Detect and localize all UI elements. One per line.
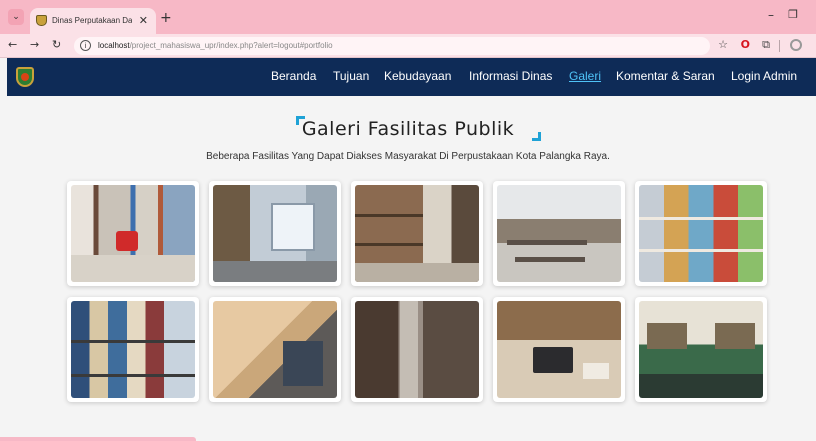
section-subtitle: Beberapa Fasilitas Yang Dapat Diakses Ma… xyxy=(206,151,610,162)
star-icon[interactable]: ☆ xyxy=(718,38,728,51)
gallery-item[interactable] xyxy=(635,181,767,286)
toolbar-divider xyxy=(779,40,780,52)
status-bar xyxy=(0,437,196,441)
gallery-photo[interactable] xyxy=(497,301,621,398)
section-title: Galeri Fasilitas Publik xyxy=(301,118,515,140)
gallery-photo[interactable] xyxy=(213,185,337,282)
nav-link-informasi-dinas[interactable]: Informasi Dinas xyxy=(469,69,552,83)
gallery-item[interactable] xyxy=(351,181,483,286)
gallery-photo[interactable] xyxy=(355,185,479,282)
minimize-icon[interactable]: – xyxy=(768,8,774,22)
gallery-item[interactable] xyxy=(493,181,625,286)
browser-tab[interactable]: Dinas Perputakaan Dan Arsip K ✕ xyxy=(30,8,156,34)
tab-title: Dinas Perputakaan Dan Arsip K xyxy=(52,16,132,25)
url-field[interactable]: i localhost/project_mahasiswa_upr/index.… xyxy=(74,37,710,55)
profile-icon[interactable] xyxy=(790,39,802,51)
nav-link-komentar-saran[interactable]: Komentar & Saran xyxy=(616,69,715,83)
gallery-photo[interactable] xyxy=(71,185,195,282)
gallery-photo[interactable] xyxy=(355,301,479,398)
gallery-item[interactable] xyxy=(209,297,341,402)
nav-link-galeri[interactable]: Galeri xyxy=(569,69,601,83)
gallery-item[interactable] xyxy=(209,181,341,286)
gallery-item[interactable] xyxy=(67,181,199,286)
maximize-icon[interactable]: ❐ xyxy=(788,8,798,21)
gallery-item[interactable] xyxy=(67,297,199,402)
reload-icon[interactable]: ↻ xyxy=(52,38,61,51)
opera-icon[interactable]: O xyxy=(741,38,750,51)
forward-icon[interactable]: → xyxy=(30,38,39,51)
gallery-item[interactable] xyxy=(635,297,767,402)
gallery-photo[interactable] xyxy=(639,185,763,282)
gallery-item[interactable] xyxy=(351,297,483,402)
close-icon[interactable]: ✕ xyxy=(139,14,148,27)
gallery-photo[interactable] xyxy=(497,185,621,282)
browser-tab-bar: ⌄ Dinas Perputakaan Dan Arsip K ✕ + – ❐ xyxy=(0,0,816,34)
url-text: localhost/project_mahasiswa_upr/index.ph… xyxy=(98,41,333,50)
nav-link-login-admin[interactable]: Login Admin xyxy=(731,69,797,83)
gallery-photo[interactable] xyxy=(639,301,763,398)
info-icon[interactable]: i xyxy=(80,40,91,51)
gallery-photo[interactable] xyxy=(213,301,337,398)
tab-menu-icon[interactable]: ⌄ xyxy=(8,9,24,25)
site-navbar: Beranda Tujuan Kebudayaan Informasi Dina… xyxy=(7,58,816,96)
nav-link-tujuan[interactable]: Tujuan xyxy=(333,69,369,83)
back-icon[interactable]: ← xyxy=(8,38,17,51)
site-favicon-icon xyxy=(36,15,47,26)
gallery-item[interactable] xyxy=(493,297,625,402)
nav-link-beranda[interactable]: Beranda xyxy=(271,69,316,83)
nav-link-kebudayaan[interactable]: Kebudayaan xyxy=(384,69,451,83)
title-bracket-right xyxy=(532,132,541,141)
new-tab-button[interactable]: + xyxy=(160,10,172,26)
address-bar-row: ← → ↻ i localhost/project_mahasiswa_upr/… xyxy=(0,34,816,58)
extensions-icon[interactable]: ⧉ xyxy=(762,38,770,52)
site-logo[interactable] xyxy=(16,67,34,87)
gallery-photo[interactable] xyxy=(71,301,195,398)
